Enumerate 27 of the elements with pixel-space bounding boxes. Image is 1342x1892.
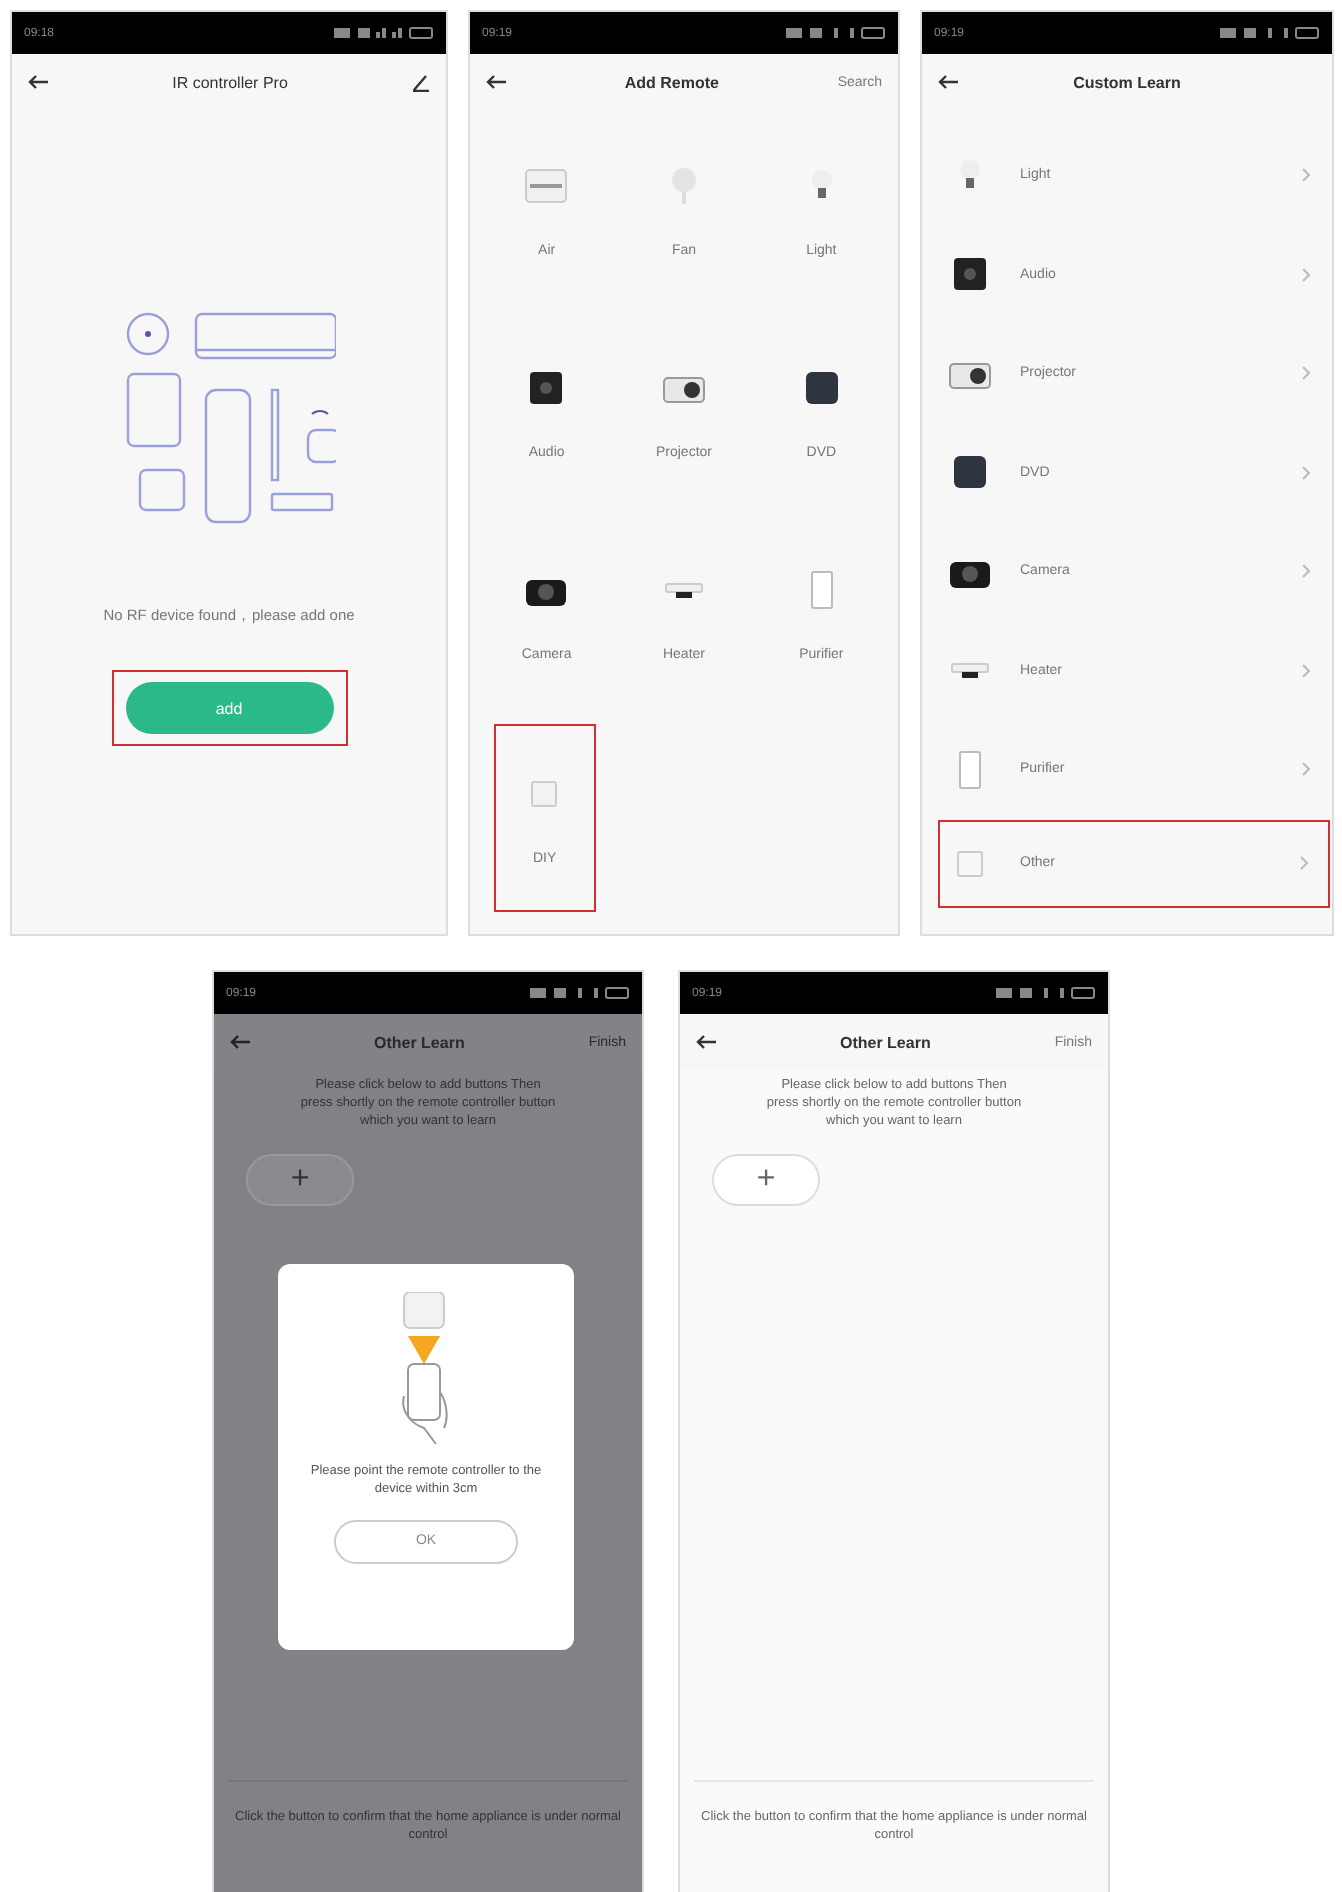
chevron-right-icon — [1302, 762, 1310, 777]
screen-title: Add Remote — [624, 73, 719, 91]
chevron-right-icon — [1302, 564, 1310, 579]
signal-battery-icon — [996, 986, 1096, 1000]
signal-battery-icon — [334, 26, 434, 40]
chevron-right-icon — [1300, 856, 1308, 870]
back-arrow-icon[interactable] — [28, 74, 48, 90]
signal-battery-icon — [786, 26, 886, 40]
chevron-right-icon — [1302, 168, 1310, 183]
screen-title: Custom Learn — [1073, 73, 1181, 91]
signal-battery-icon — [530, 986, 630, 1000]
add-button[interactable]: + — [712, 1154, 820, 1207]
pencil-icon[interactable] — [411, 73, 430, 91]
screen-title: Other Learn — [373, 1033, 465, 1051]
back-arrow-icon[interactable] — [938, 74, 958, 90]
screen-title: Other Learn — [839, 1033, 931, 1051]
add-button[interactable]: + — [246, 1154, 354, 1207]
chevron-right-icon — [1302, 267, 1310, 282]
signal-battery-icon — [1220, 26, 1320, 40]
chevron-right-icon — [1302, 465, 1310, 480]
back-arrow-icon[interactable] — [486, 74, 506, 90]
back-arrow-icon[interactable] — [696, 1034, 716, 1050]
chevron-right-icon — [1302, 366, 1310, 381]
chevron-right-icon — [1302, 663, 1310, 678]
add-button[interactable]: add — [125, 682, 333, 734]
screen-title: IR controller Pro — [172, 73, 288, 91]
air-conditioner-icon — [524, 164, 569, 208]
